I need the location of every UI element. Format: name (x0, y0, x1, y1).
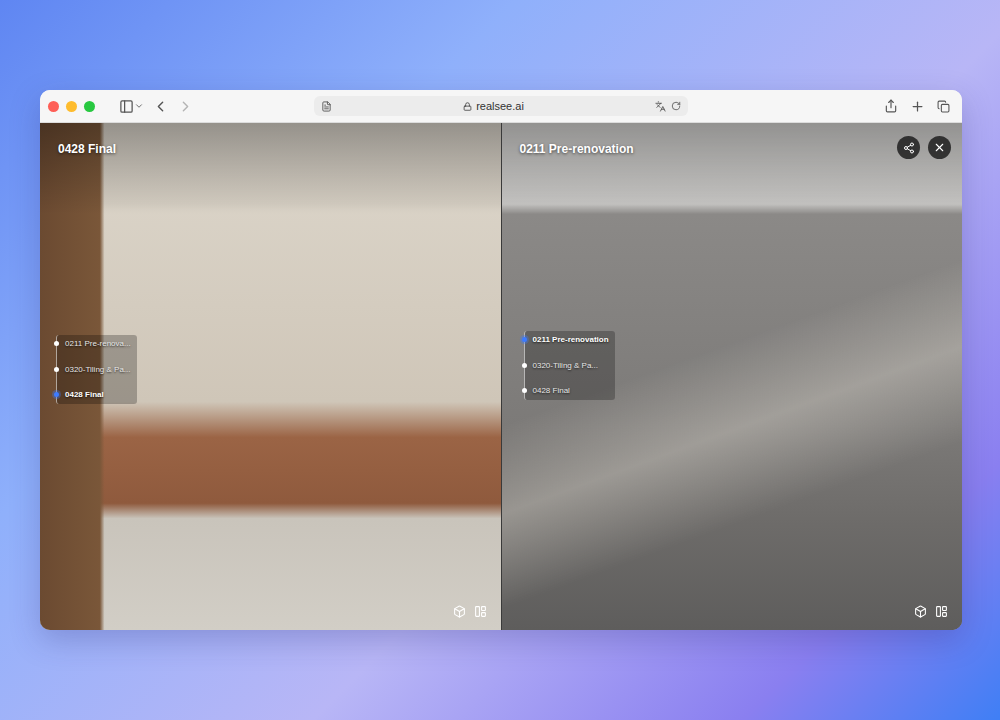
page-icon (321, 101, 332, 112)
timeline-dot (522, 363, 527, 368)
timeline-item[interactable]: 0211 Pre-renovation (533, 335, 609, 345)
close-light[interactable] (48, 101, 59, 112)
timeline-dot (54, 367, 59, 372)
zoom-light[interactable] (84, 101, 95, 112)
timeline-dot (522, 388, 527, 393)
pane-title: 0428 Final (58, 142, 116, 156)
back-button[interactable] (152, 98, 169, 115)
timeline-item[interactable]: 0211 Pre-renova... (65, 339, 131, 349)
model-view-icon[interactable] (453, 605, 466, 618)
reload-icon[interactable] (671, 101, 681, 111)
toolbar: realsee.ai (40, 90, 962, 123)
pane-actions (897, 136, 951, 159)
tabs-icon (937, 100, 950, 113)
timeline-dot (522, 337, 527, 342)
timeline-item[interactable]: 0428 Final (533, 386, 609, 396)
floorplan-icon[interactable] (474, 605, 487, 618)
timeline-dot (54, 341, 59, 346)
share-icon (884, 99, 898, 113)
view-controls (914, 605, 948, 618)
pane-title: 0211 Pre-renovation (520, 142, 634, 156)
share-page-button[interactable] (884, 99, 898, 113)
timeline-dot (54, 392, 59, 397)
close-icon (933, 141, 946, 154)
sidebar-button[interactable] (119, 99, 144, 114)
page: realsee.ai 0428 Final 0211 Pre-renova... 03… (0, 0, 1000, 720)
forward-icon (177, 98, 194, 115)
minimize-light[interactable] (66, 101, 77, 112)
timeline: 0211 Pre-renovation 0320-Tiling & Pa... 04… (524, 331, 615, 400)
window-controls (48, 101, 95, 112)
back-icon (152, 98, 169, 115)
floorplan-icon[interactable] (935, 605, 948, 618)
compare-panes: 0428 Final 0211 Pre-renova... 0320-Tiling … (40, 123, 962, 630)
model-view-icon[interactable] (914, 605, 927, 618)
timeline: 0211 Pre-renova... 0320-Tiling & Pa... 042… (56, 335, 137, 404)
chevron-down-icon (134, 101, 144, 111)
browser-window: realsee.ai 0428 Final 0211 Pre-renova... 03… (40, 90, 962, 630)
share-icon (903, 142, 915, 154)
view-controls (453, 605, 487, 618)
panorama-view[interactable]: 0211 Pre-renovation 0211 Pre-renovation 03… (502, 123, 963, 630)
timeline-item[interactable]: 0320-Tiling & Pa... (65, 365, 131, 375)
sidebar-icon (119, 99, 134, 114)
timeline-item[interactable]: 0428 Final (65, 390, 131, 400)
url-text: realsee.ai (476, 100, 524, 112)
share-button[interactable] (897, 136, 920, 159)
panorama-view[interactable]: 0428 Final 0211 Pre-renova... 0320-Tiling … (40, 123, 501, 630)
tabs-button[interactable] (937, 100, 950, 113)
lock-icon (463, 102, 472, 111)
close-button[interactable] (928, 136, 951, 159)
forward-button[interactable] (177, 98, 194, 115)
address-bar[interactable]: realsee.ai (314, 96, 688, 116)
new-tab-button[interactable] (910, 99, 925, 114)
translate-icon[interactable] (655, 101, 666, 112)
timeline-item[interactable]: 0320-Tiling & Pa... (533, 361, 609, 371)
plus-icon (910, 99, 925, 114)
